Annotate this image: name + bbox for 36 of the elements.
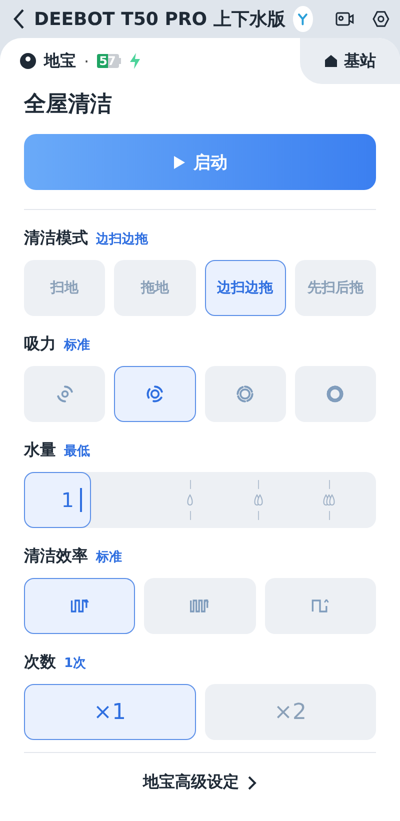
- fan-logo-icon: [293, 6, 313, 32]
- separator-dot: ·: [84, 52, 90, 70]
- start-button[interactable]: 启动: [24, 134, 376, 190]
- window-title: DEEBOT T50 PRO 上下水版: [34, 8, 286, 31]
- home-icon: [324, 54, 338, 68]
- section-value: 标准: [96, 549, 122, 566]
- section-label: 水量: [24, 440, 56, 461]
- times-option[interactable]: ×1: [24, 684, 196, 740]
- times-option[interactable]: ×2: [204, 684, 376, 740]
- suction-icon: [234, 383, 256, 405]
- efficiency-option[interactable]: [144, 578, 256, 634]
- station-tab[interactable]: 基站: [300, 38, 400, 84]
- section-label: 吸力: [24, 334, 56, 355]
- mode-option[interactable]: 边扫边拖: [204, 260, 286, 316]
- suction-icon: [324, 383, 346, 405]
- play-icon: [172, 154, 186, 170]
- mode-option[interactable]: 先扫后拖: [294, 260, 376, 316]
- efficiency-option[interactable]: [24, 578, 136, 634]
- chevron-right-icon: [247, 774, 257, 790]
- section-value: 1次: [64, 655, 86, 672]
- section-value: 边扫边拖: [96, 231, 148, 248]
- section-value: 最低: [64, 443, 90, 460]
- section-label: 次数: [24, 652, 56, 673]
- advanced-settings-link[interactable]: 地宝高级设定: [137, 771, 263, 794]
- back-icon[interactable]: [12, 8, 26, 30]
- mode-option[interactable]: 扫地: [24, 260, 106, 316]
- suction-option[interactable]: [204, 366, 286, 422]
- section-label: 清洁模式: [24, 228, 88, 249]
- suction-option[interactable]: [114, 366, 196, 422]
- section-label: 清洁效率: [24, 546, 88, 567]
- page-title: 全屋清洁: [24, 91, 113, 119]
- robot-icon: [20, 53, 36, 69]
- robot-name: 地宝: [44, 50, 76, 72]
- mode-option[interactable]: 拖地: [114, 260, 196, 316]
- section-value: 标准: [64, 337, 90, 354]
- suction-option[interactable]: [294, 366, 376, 422]
